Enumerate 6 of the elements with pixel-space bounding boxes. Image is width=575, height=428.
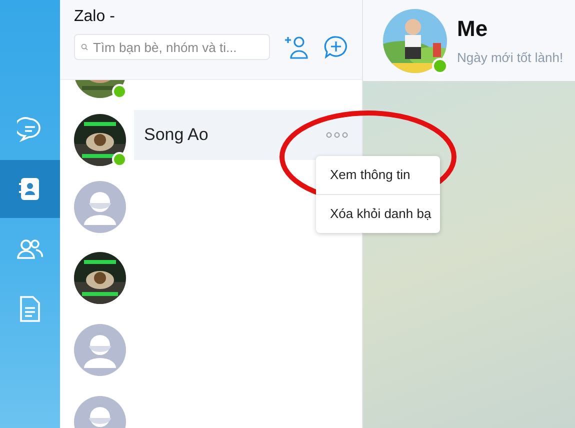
search-field[interactable]: Tìm bạn bè, nhóm và ti... (74, 34, 270, 60)
contact-name: Song Ao (144, 125, 208, 145)
app-title: Zalo - (74, 8, 116, 26)
profile-name: Me (457, 16, 489, 42)
status-message: Ngày mới tốt lành! (457, 50, 564, 65)
selected-row-background[interactable]: Song Ao (134, 110, 362, 160)
